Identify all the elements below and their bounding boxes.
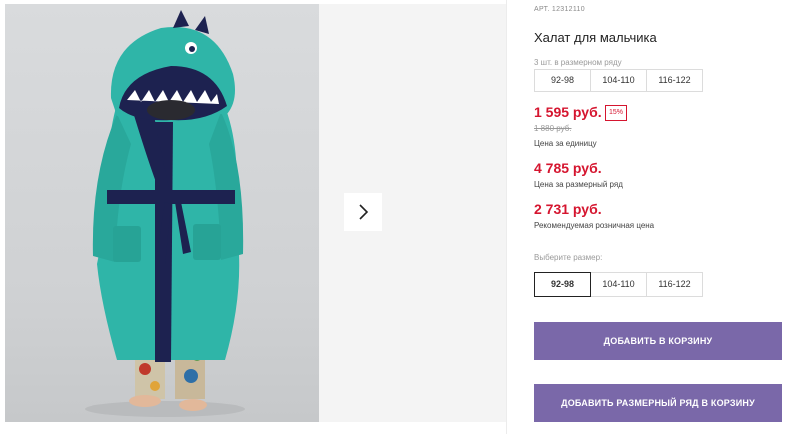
pack-size-item: 92-98: [535, 70, 591, 91]
add-pack-to-cart-button[interactable]: Добавить размерный ряд в корзину: [534, 384, 782, 422]
size-pack-info: 3 шт. в размерном ряду 92-98 104-110 116…: [534, 58, 703, 94]
chevron-right-icon: [359, 204, 369, 220]
pack-size-item: 104-110: [591, 70, 647, 91]
product-title: Халат для мальчика: [534, 30, 657, 45]
column-divider: [506, 0, 507, 434]
pack-sizes-list: 92-98 104-110 116-122: [534, 69, 703, 92]
unit-price: 1 595 руб.: [534, 104, 602, 120]
product-sku: АРТ. 12312110: [534, 6, 585, 13]
size-option-116-122[interactable]: 116-122: [646, 272, 703, 297]
add-to-cart-button[interactable]: Добавить в корзину: [534, 322, 782, 360]
pack-count-label: 3 шт. в размерном ряду: [534, 58, 622, 67]
pack-price: 4 785 руб.: [534, 160, 602, 176]
pack-price-label: Цена за размерный ряд: [534, 180, 623, 189]
discount-badge: 15%: [605, 105, 628, 121]
next-image-button[interactable]: [344, 193, 382, 231]
pack-size-item: 116-122: [658, 75, 691, 85]
recommended-price: 2 731 руб.: [534, 201, 602, 217]
recommended-price-label: Рекомендуемая розничная цена: [534, 221, 655, 230]
size-option-104-110[interactable]: 104-110: [590, 272, 647, 297]
size-option-92-98[interactable]: 92-98: [534, 272, 591, 297]
unit-price-label: Цена за единицу: [534, 139, 597, 148]
old-price: 1 880 руб.: [534, 124, 572, 133]
product-gallery: [5, 4, 506, 422]
child-in-robe-illustration: [85, 10, 245, 417]
size-selector: 92-98 104-110 116-122: [534, 272, 703, 297]
choose-size-label: Выберите размер:: [534, 253, 603, 262]
product-photo[interactable]: [5, 4, 319, 422]
